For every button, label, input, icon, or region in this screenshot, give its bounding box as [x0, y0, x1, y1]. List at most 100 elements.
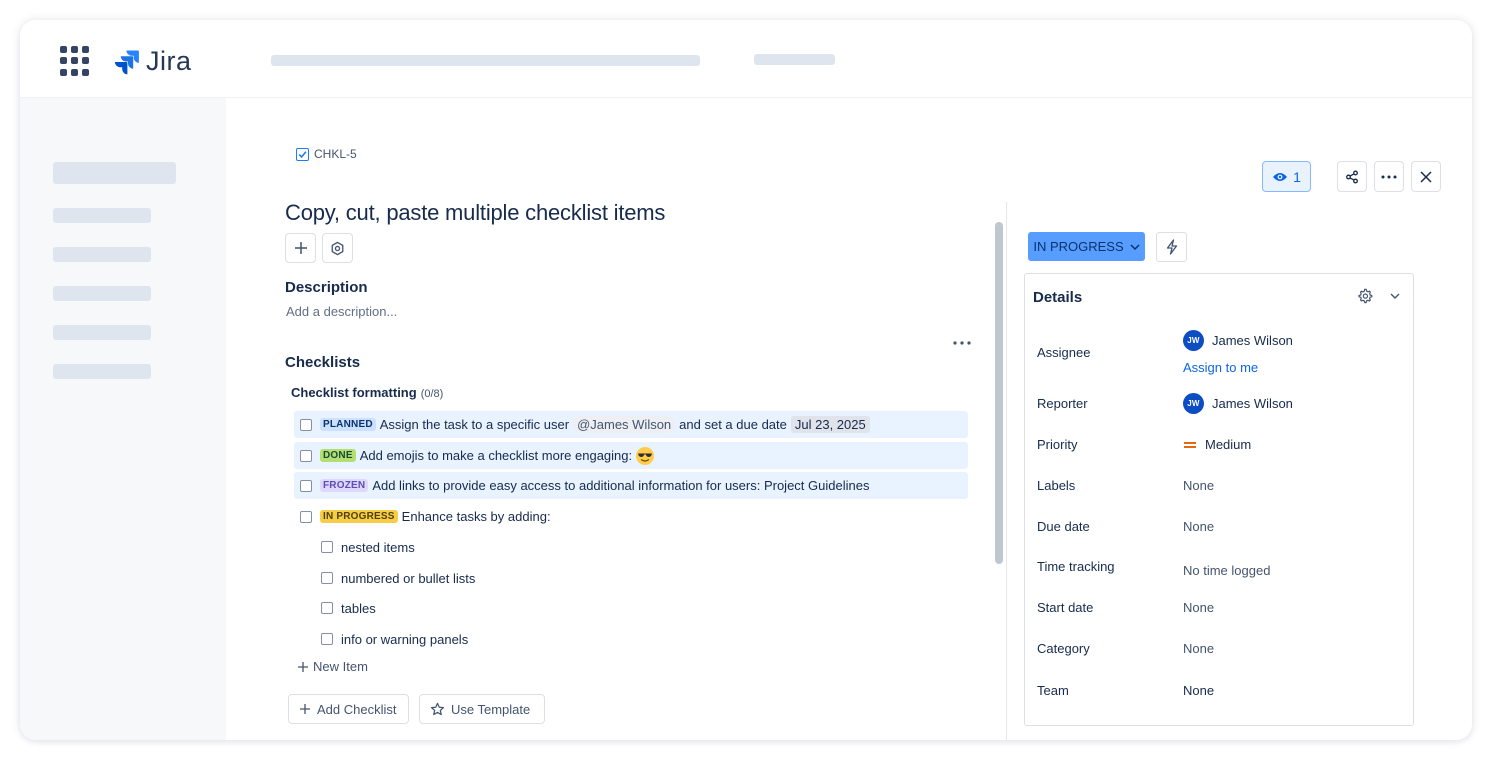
issue-key[interactable]: CHKL-5 — [296, 147, 357, 161]
item-checkbox[interactable] — [300, 449, 312, 462]
plus-icon — [300, 704, 310, 714]
more-actions-button[interactable] — [1374, 161, 1404, 192]
avatar: JW — [1183, 393, 1204, 414]
reporter-label: Reporter — [1037, 396, 1088, 411]
item-checkbox[interactable] — [321, 602, 333, 614]
chevron-down-icon[interactable] — [1390, 293, 1400, 299]
priority-value[interactable]: Medium — [1183, 437, 1251, 452]
assignee-value[interactable]: JW James Wilson — [1183, 330, 1293, 351]
app-name: Jira — [146, 46, 192, 76]
checklist-name[interactable]: Checklist formatting (0/8) — [291, 385, 443, 400]
item-checkbox[interactable] — [321, 541, 333, 553]
nested-checklist-item[interactable]: numbered or bullet lists — [321, 567, 475, 589]
use-template-button[interactable]: Use Template — [419, 694, 545, 724]
sunglasses-emoji-icon — [635, 446, 655, 466]
star-icon — [430, 702, 445, 715]
details-panel: Details Assignee JW James Wilson Assign … — [1024, 273, 1414, 726]
due-date-value[interactable]: None — [1183, 519, 1214, 534]
item-checkbox[interactable] — [321, 633, 333, 645]
item-checkbox[interactable] — [321, 572, 333, 584]
nested-checklist-item[interactable]: tables — [321, 597, 376, 619]
more-horizontal-icon — [1381, 175, 1397, 178]
nested-checklist-item[interactable]: nested items — [321, 536, 415, 558]
gear-icon[interactable] — [1357, 288, 1373, 304]
item-text: numbered or bullet lists — [341, 570, 476, 586]
due-date-chip[interactable]: Jul 23, 2025 — [790, 416, 870, 433]
description-input[interactable]: Add a description... — [286, 304, 397, 319]
add-button[interactable] — [285, 233, 316, 263]
plus-icon — [294, 242, 307, 254]
sidebar-skeleton-item — [53, 208, 151, 223]
labels-value[interactable]: None — [1183, 478, 1214, 493]
user-mention[interactable]: @James Wilson — [573, 416, 676, 433]
time-tracking-label: Time tracking — [1037, 559, 1115, 574]
priority-label: Priority — [1037, 437, 1078, 452]
eye-icon — [1273, 172, 1288, 181]
team-label: Team — [1037, 683, 1069, 698]
details-heading[interactable]: Details — [1033, 289, 1082, 306]
item-checkbox[interactable] — [300, 510, 312, 523]
status-lozenge-done[interactable]: DONE — [320, 449, 356, 462]
checklist-item[interactable]: FROZEN Add links to provide easy access … — [294, 472, 968, 499]
sidebar-skeleton-item — [53, 325, 151, 340]
apps-button[interactable] — [322, 233, 353, 263]
new-item-label: New Item — [313, 659, 368, 674]
nested-checklist-item[interactable]: info or warning panels — [321, 628, 468, 650]
sidebar-skeleton-header — [53, 162, 176, 184]
search-placeholder-skeleton — [271, 55, 700, 66]
item-checkbox[interactable] — [300, 418, 312, 431]
checklist-item[interactable]: IN PROGRESS Enhance tasks by adding: — [294, 503, 551, 530]
status-label: IN PROGRESS — [1033, 239, 1124, 254]
start-date-value[interactable]: None — [1183, 600, 1214, 615]
nav-placeholder-skeleton — [754, 54, 835, 65]
automation-button[interactable] — [1156, 232, 1187, 262]
status-dropdown[interactable]: IN PROGRESS — [1028, 232, 1145, 261]
close-button[interactable] — [1411, 161, 1441, 192]
checklist-item[interactable]: PLANNED Assign the task to a specific us… — [294, 411, 968, 438]
watch-button[interactable]: 1 — [1262, 161, 1311, 192]
item-text: Assign the task to a specific user — [379, 417, 570, 432]
lightning-bolt-icon — [1166, 239, 1177, 255]
item-text-continued: and set a due date — [679, 417, 787, 432]
issue-key-label: CHKL-5 — [314, 147, 357, 161]
item-text: tables — [341, 600, 376, 616]
app-switcher-icon[interactable] — [60, 46, 90, 76]
assignee-label: Assignee — [1037, 345, 1091, 360]
jira-logo-icon — [114, 50, 139, 74]
status-lozenge-in-progress[interactable]: IN PROGRESS — [320, 510, 398, 523]
watchers-count: 1 — [1293, 168, 1301, 185]
more-horizontal-icon — [953, 341, 971, 345]
priority-text: Medium — [1205, 437, 1252, 452]
reporter-value[interactable]: JW James Wilson — [1183, 393, 1293, 414]
checklist-progress-count: (0/8) — [420, 388, 444, 400]
team-value[interactable]: None — [1183, 683, 1214, 698]
sidebar-skeleton-item — [53, 286, 151, 301]
issue-title[interactable]: Copy, cut, paste multiple checklist item… — [285, 200, 665, 226]
add-checklist-label: Add Checklist — [317, 701, 397, 717]
time-tracking-value[interactable]: No time logged — [1183, 563, 1270, 578]
item-text: Add emojis to make a checklist more enga… — [359, 448, 633, 463]
new-item-button[interactable]: New Item — [297, 659, 368, 674]
item-text: Enhance tasks by adding: — [401, 509, 551, 524]
checklist-item[interactable]: DONE Add emojis to make a checklist more… — [294, 442, 968, 469]
item-checkbox[interactable] — [300, 479, 312, 492]
issue-view: CHKL-5 Copy, cut, paste multiple checkli… — [226, 98, 1472, 740]
checklists-more-button[interactable] — [950, 334, 974, 352]
add-checklist-button[interactable]: Add Checklist — [288, 694, 409, 724]
assign-to-me-link[interactable]: Assign to me — [1183, 360, 1258, 375]
hexagon-settings-icon — [331, 241, 344, 255]
chevron-down-icon — [1130, 243, 1140, 250]
jira-logo[interactable]: Jira — [114, 46, 192, 77]
panel-divider — [1006, 202, 1007, 740]
status-lozenge-frozen[interactable]: FROZEN — [320, 479, 369, 492]
share-button[interactable] — [1337, 161, 1367, 192]
scrollbar[interactable] — [995, 222, 1003, 564]
avatar: JW — [1183, 330, 1204, 351]
reporter-name: James Wilson — [1212, 396, 1293, 411]
category-value[interactable]: None — [1183, 641, 1214, 656]
status-lozenge-planned[interactable]: PLANNED — [320, 418, 376, 431]
item-text: Add links to provide easy access to addi… — [372, 478, 870, 493]
task-type-icon — [296, 147, 309, 161]
priority-medium-icon — [1184, 441, 1196, 448]
checklist-title: Checklist formatting — [291, 385, 417, 400]
